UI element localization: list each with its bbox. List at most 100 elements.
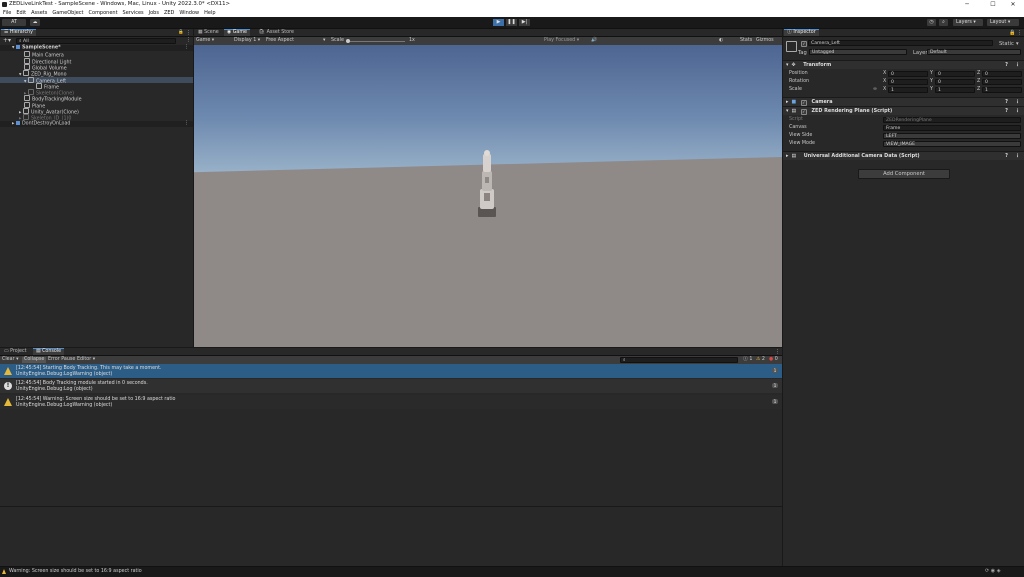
search-icon[interactable]: ⌕: [939, 19, 948, 26]
view-mode-label: View Mode: [789, 141, 815, 146]
game-panel: ▦ Scene ◉ Game 🛍 Asset Store Game ▾ Disp…: [194, 29, 782, 347]
hierarchy-search-input[interactable]: ⌕ All: [16, 38, 176, 44]
scale-z-field[interactable]: 1: [982, 86, 1022, 93]
more-icon[interactable]: ⋮: [1015, 98, 1020, 106]
editor-dropdown[interactable]: Editor ▾: [77, 356, 95, 364]
scale-slider[interactable]: [347, 40, 405, 42]
lock-icon[interactable]: 🔒: [1009, 30, 1015, 36]
menu-jobs[interactable]: Jobs: [149, 9, 159, 17]
status-message[interactable]: Warning: Screen size should be set to 16…: [9, 569, 142, 574]
object-name-field[interactable]: Camera_Left: [808, 40, 993, 46]
lock-icon[interactable]: 🔒: [178, 30, 184, 35]
layers-dropdown[interactable]: Layers ▾: [953, 19, 983, 26]
position-x-field[interactable]: 0: [888, 70, 928, 77]
menu-gameobject[interactable]: GameObject: [52, 9, 83, 17]
tab-scene[interactable]: ▦ Scene: [195, 29, 222, 36]
scale-y-field[interactable]: 1: [935, 86, 975, 93]
more-icon[interactable]: ⋮: [1015, 152, 1020, 160]
position-y-field[interactable]: 0: [935, 70, 975, 77]
layout-dropdown[interactable]: Layout ▾: [987, 19, 1019, 26]
minimize-icon[interactable]: ─: [958, 0, 976, 9]
hierarchy-item-dontdestroyonload[interactable]: ▸ DontDestroyOnLoad ⋮: [0, 120, 193, 127]
more-icon[interactable]: ⋮: [775, 349, 780, 355]
tab-inspector[interactable]: ⓘ Inspector: [784, 29, 819, 36]
stats-button[interactable]: Stats: [740, 37, 752, 45]
rotation-x-field[interactable]: 0: [888, 78, 928, 85]
clear-button[interactable]: Clear ▾: [2, 356, 18, 364]
view-side-dropdown[interactable]: LEFT: [883, 132, 1021, 139]
console-search-input[interactable]: ⌕: [620, 357, 738, 363]
link-icon[interactable]: ∞: [873, 86, 877, 93]
game-viewport[interactable]: [194, 45, 782, 347]
menu-help[interactable]: Help: [204, 9, 215, 17]
scale-row-label: Scale: [789, 87, 802, 92]
add-icon[interactable]: +▾: [3, 37, 11, 44]
pause-button[interactable]: ❚❚: [506, 19, 517, 26]
tag-dropdown[interactable]: Untagged: [809, 49, 907, 55]
view-mode-dropdown[interactable]: VIEW_IMAGE: [883, 140, 1021, 147]
more-icon[interactable]: ⋮: [186, 37, 191, 43]
game-mode-dropdown[interactable]: Game ▾: [196, 37, 214, 45]
layer-dropdown[interactable]: Default: [927, 49, 1021, 55]
warning-count[interactable]: ⚠ 2: [756, 356, 765, 364]
tab-asset-store[interactable]: 🛍 Asset Store: [256, 29, 297, 36]
transform-header[interactable]: ▾ ✥ Transform ? ⋮: [783, 60, 1024, 69]
warning-icon: [4, 398, 12, 406]
cloud-icon[interactable]: ☁: [30, 19, 40, 26]
help-icon[interactable]: ?: [1005, 152, 1008, 160]
tab-game[interactable]: ◉ Game: [224, 29, 250, 36]
add-component-button[interactable]: Add Component: [858, 169, 950, 179]
menu-zed[interactable]: ZED: [164, 9, 174, 17]
close-icon[interactable]: ✕: [1004, 0, 1022, 9]
error-count[interactable]: ● 0: [769, 356, 778, 364]
info-count[interactable]: ⓘ 1: [743, 356, 752, 364]
display-dropdown[interactable]: Display 1 ▾: [234, 37, 260, 45]
static-arrow-icon[interactable]: ▾: [1016, 41, 1019, 47]
camera-header[interactable]: ▸ ■ ✓ Camera ? ⋮: [783, 97, 1024, 106]
gizmos-button[interactable]: Gizmos: [756, 37, 774, 45]
more-icon[interactable]: ⋮: [186, 30, 191, 36]
tab-project[interactable]: ▭ Project: [1, 348, 29, 355]
menu-edit[interactable]: Edit: [16, 9, 26, 17]
account-button[interactable]: AT: [2, 19, 26, 26]
log-entry[interactable]: [12:45:54] Starting Body Tracking. This …: [0, 364, 782, 378]
rotation-y-field[interactable]: 0: [935, 78, 975, 85]
help-icon[interactable]: ?: [1005, 61, 1008, 69]
error-pause-button[interactable]: Error Pause: [48, 356, 75, 364]
camera-enabled-checkbox[interactable]: ✓: [800, 99, 807, 106]
more-icon[interactable]: ⋮: [1017, 30, 1022, 36]
active-checkbox[interactable]: ✓: [801, 41, 807, 47]
menu-services[interactable]: Services: [123, 9, 144, 17]
maximize-icon[interactable]: ☐: [984, 0, 1002, 9]
log-entry[interactable]: [12:45:54] Warning: Screen size should b…: [0, 395, 782, 409]
history-icon[interactable]: ◷: [927, 19, 936, 26]
menu-assets[interactable]: Assets: [31, 9, 47, 17]
canvas-field[interactable]: Frame: [883, 124, 1021, 131]
scale-x-field[interactable]: 1: [888, 86, 928, 93]
mute-icon[interactable]: 🔊: [591, 37, 597, 45]
play-focused-dropdown[interactable]: Play Focused ▾: [544, 37, 579, 45]
tab-console[interactable]: ▤ Console: [33, 348, 65, 355]
rotation-z-field[interactable]: 0: [982, 78, 1022, 85]
menu-window[interactable]: Window: [179, 9, 199, 17]
help-icon[interactable]: ?: [1005, 107, 1008, 115]
help-icon[interactable]: ?: [1005, 98, 1008, 106]
aspect-dropdown[interactable]: Free Aspect: [266, 37, 294, 45]
menu-file[interactable]: File: [3, 9, 11, 17]
more-icon[interactable]: ⋮: [1015, 107, 1020, 115]
zed-plane-enabled-checkbox[interactable]: ✓: [800, 108, 807, 115]
log-entry[interactable]: ! [12:45:54] Body Tracking module starte…: [0, 379, 782, 393]
console-details-divider[interactable]: [0, 506, 782, 507]
eye-icon[interactable]: ◐: [719, 37, 723, 45]
position-z-field[interactable]: 0: [982, 70, 1022, 77]
play-button[interactable]: ▶: [493, 19, 504, 26]
zed-rendering-plane-header[interactable]: ▾ ▤ ✓ ZED Rendering Plane (Script) ? ⋮: [783, 106, 1024, 115]
urp-camera-data-header[interactable]: ▸ ▤ Universal Additional Camera Data (Scr…: [783, 151, 1024, 160]
scale-slider-handle[interactable]: [346, 39, 350, 43]
collapse-button[interactable]: Collapse: [22, 357, 47, 363]
status-icons[interactable]: ⟳ ◉ ◈: [985, 568, 1001, 574]
tab-hierarchy[interactable]: ☰ Hierarchy: [1, 29, 37, 36]
step-button[interactable]: ▶|: [519, 19, 530, 26]
menu-component[interactable]: Component: [89, 9, 118, 17]
more-icon[interactable]: ⋮: [1015, 61, 1020, 69]
